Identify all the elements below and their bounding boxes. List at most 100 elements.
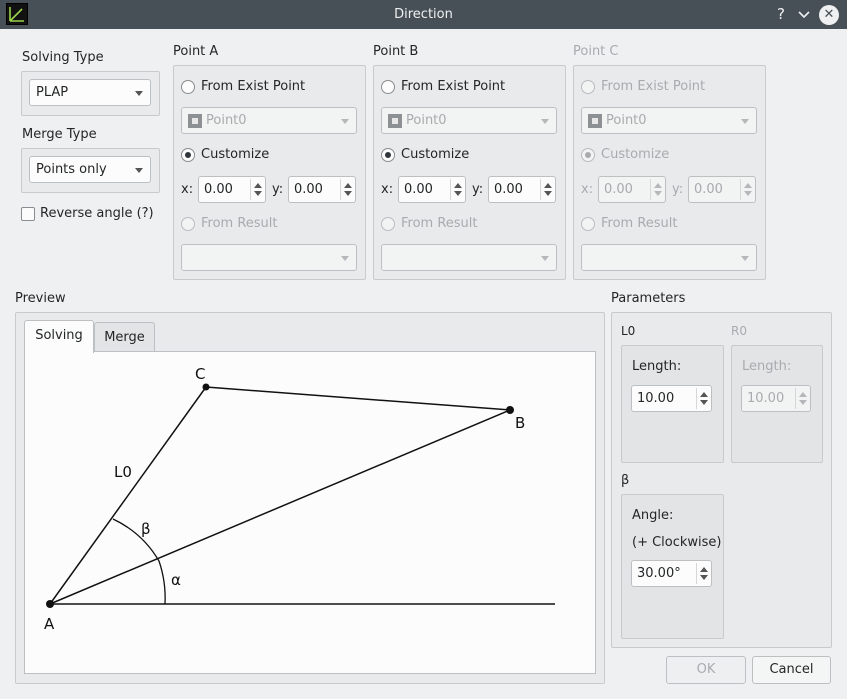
r0-length-label: Length:	[742, 359, 792, 374]
close-icon[interactable]: ✕	[819, 5, 839, 25]
spin-up-icon[interactable]	[799, 392, 807, 397]
ok-button[interactable]: OK	[666, 656, 746, 684]
point-b-marker	[506, 406, 514, 414]
point-b-customize-label: Customize	[401, 147, 470, 162]
point-b-from-result-radio[interactable]	[381, 217, 395, 231]
r0-length-spinbox[interactable]: 10.00	[741, 385, 811, 412]
point-a-exist-combo[interactable]: Point0	[181, 107, 357, 134]
point-b-from-result-label: From Result	[401, 216, 478, 231]
label-l0: L0	[114, 463, 132, 481]
point-b-x-spinbox[interactable]: 0.00	[398, 176, 466, 203]
point-c-y-spinbox[interactable]: 0.00	[688, 176, 756, 203]
point-b-x-label: x:	[381, 182, 394, 197]
cancel-button[interactable]: Cancel	[752, 656, 831, 684]
point-c-from-exist-radio[interactable]	[581, 80, 595, 94]
spin-up-icon[interactable]	[654, 183, 662, 188]
point-c-from-result-radio[interactable]	[581, 217, 595, 231]
label-beta: β	[141, 520, 151, 538]
link-cb	[205, 386, 511, 411]
point-b-exist-combo[interactable]: Point0	[381, 107, 557, 134]
point-b-customize-radio[interactable]	[381, 148, 395, 162]
window-title: Direction	[394, 7, 453, 22]
point-c-exist-combo[interactable]: Point0	[581, 107, 757, 134]
alpha-arc	[158, 560, 166, 605]
spin-down-icon[interactable]	[744, 191, 752, 196]
l0-title: L0	[621, 324, 636, 338]
r0-length-value: 10.00	[747, 391, 785, 406]
preview-canvas: A B C L0 β α	[24, 351, 596, 674]
solving-type-combo[interactable]: PLAP	[29, 79, 151, 106]
point-a-from-exist-radio[interactable]	[181, 80, 195, 94]
l0-length-label: Length:	[632, 359, 682, 374]
point-a-from-result-radio[interactable]	[181, 217, 195, 231]
point-c-y-value: 0.00	[694, 182, 723, 197]
spin-down-icon[interactable]	[454, 191, 462, 196]
beta-angle-spinbox[interactable]: 30.00°	[631, 560, 712, 587]
point-b-from-exist-radio[interactable]	[381, 80, 395, 94]
label-c: C	[195, 365, 205, 383]
point-b-exist-value: Point0	[406, 113, 447, 128]
point-a-title: Point A	[173, 44, 219, 59]
merge-type-value: Points only	[36, 162, 107, 177]
point-icon	[188, 114, 202, 128]
beta-title: β	[621, 473, 630, 488]
beta-angle-label: Angle:	[632, 508, 674, 523]
point-a-y-value: 0.00	[294, 182, 323, 197]
merge-type-combo[interactable]: Points only	[29, 156, 151, 183]
point-a-result-combo[interactable]	[181, 244, 357, 271]
spin-down-icon[interactable]	[254, 191, 262, 196]
spin-down-icon[interactable]	[654, 191, 662, 196]
point-c-x-value: 0.00	[604, 182, 633, 197]
reverse-angle-checkbox[interactable]	[21, 207, 35, 221]
solving-type-value: PLAP	[36, 85, 69, 100]
label-a: A	[44, 615, 55, 633]
point-a-x-spinbox[interactable]: 0.00	[198, 176, 266, 203]
point-a-exist-value: Point0	[206, 113, 247, 128]
spin-down-icon[interactable]	[700, 400, 708, 405]
point-b-result-combo[interactable]	[381, 244, 557, 271]
spin-down-icon[interactable]	[799, 400, 807, 405]
point-a-marker	[46, 600, 54, 608]
tab-merge[interactable]: Merge	[94, 322, 155, 353]
chevron-down-icon[interactable]	[795, 5, 813, 23]
point-a-x-value: 0.00	[204, 182, 233, 197]
point-a-from-result-label: From Result	[201, 216, 278, 231]
point-a-y-spinbox[interactable]: 0.00	[288, 176, 356, 203]
point-a-customize-radio[interactable]	[181, 148, 195, 162]
point-c-customize-radio[interactable]	[581, 148, 595, 162]
r0-title: R0	[731, 324, 747, 338]
point-c-x-label: x:	[581, 182, 594, 197]
spin-up-icon[interactable]	[700, 567, 708, 572]
spin-down-icon[interactable]	[700, 575, 708, 580]
beta-angle-hint: (+ Clockwise)	[632, 535, 722, 550]
spin-up-icon[interactable]	[454, 183, 462, 188]
point-a-y-label: y:	[272, 182, 284, 197]
spin-down-icon[interactable]	[344, 191, 352, 196]
point-c-marker	[202, 383, 210, 391]
spin-up-icon[interactable]	[254, 183, 262, 188]
merge-type-label: Merge Type	[22, 127, 97, 142]
point-c-exist-value: Point0	[606, 113, 647, 128]
point-a-x-label: x:	[181, 182, 194, 197]
point-a-from-exist-label: From Exist Point	[201, 79, 306, 94]
chevron-down-icon	[741, 256, 749, 261]
tab-solving[interactable]: Solving	[24, 320, 94, 353]
spin-up-icon[interactable]	[744, 183, 752, 188]
point-b-y-spinbox[interactable]: 0.00	[488, 176, 556, 203]
point-c-customize-label: Customize	[601, 147, 670, 162]
point-icon	[588, 114, 602, 128]
title-bar: Direction ? ✕	[0, 0, 847, 29]
spin-up-icon[interactable]	[344, 183, 352, 188]
preview-label: Preview	[15, 291, 66, 306]
spin-up-icon[interactable]	[700, 392, 708, 397]
point-c-from-exist-label: From Exist Point	[601, 79, 706, 94]
point-c-result-combo[interactable]	[581, 244, 757, 271]
spin-up-icon[interactable]	[544, 183, 552, 188]
help-icon[interactable]: ?	[772, 5, 790, 23]
point-b-x-value: 0.00	[404, 182, 433, 197]
l0-length-spinbox[interactable]: 10.00	[631, 385, 712, 412]
point-b-y-value: 0.00	[494, 182, 523, 197]
point-c-x-spinbox[interactable]: 0.00	[598, 176, 666, 203]
chevron-down-icon	[341, 119, 349, 124]
spin-down-icon[interactable]	[544, 191, 552, 196]
